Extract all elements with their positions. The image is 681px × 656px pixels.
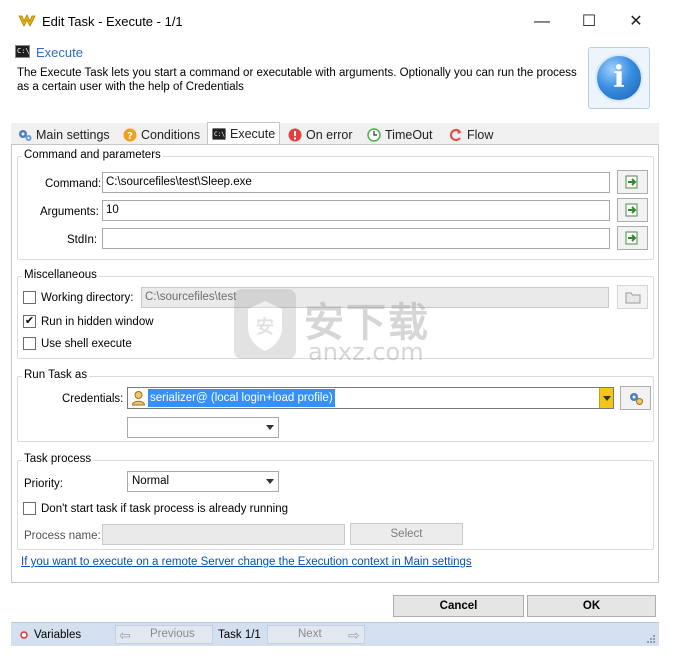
info-icon: i [595,54,643,102]
arrow-right-icon: ⇨ [348,627,360,643]
gears-icon [19,129,32,141]
credentials-selected-value: serializer@ (local login+load profile) [148,389,335,407]
select-process-button[interactable]: Select [350,523,463,545]
chevron-down-icon [266,425,274,430]
arguments-label: Arguments: [40,206,99,218]
tab-label: Conditions [141,127,201,142]
credentials-secondary-select[interactable] [127,417,279,438]
dont-start-label: Don't start task if task process is alre… [41,503,288,515]
maximize-button[interactable]: ☐ [567,8,611,36]
close-button[interactable]: ✕ [614,8,658,36]
task-description: The Execute Task lets you start a comman… [17,67,577,93]
manage-credentials-button[interactable] [620,386,651,410]
tab-timeout[interactable]: TimeOut [363,124,436,145]
priority-label: Priority: [24,478,63,490]
previous-button[interactable]: ⇦ Previous [115,625,213,644]
command-label: Command: [45,178,102,190]
working-directory-label: Working directory: [41,292,134,304]
arguments-input[interactable]: 10 [102,200,610,221]
insert-variable-icon [625,175,637,189]
hidden-window-label: Run in hidden window [41,316,154,328]
insert-variable-icon [625,231,637,245]
svg-text:安: 安 [256,316,274,338]
misc-group-title: Miscellaneous [22,269,99,281]
next-button[interactable]: Next ⇨ [267,625,365,644]
tab-label: Execute [230,126,276,141]
tab-label: Main settings [36,127,110,142]
hidden-window-checkbox[interactable]: ✔ [23,315,36,328]
dont-start-checkbox[interactable] [23,502,36,515]
priority-select[interactable]: Normal [127,471,279,492]
tab-main-settings[interactable]: Main settings [14,124,114,145]
variables-dot-icon [20,631,28,639]
cancel-button[interactable]: Cancel [393,595,524,617]
next-label: Next [298,628,322,640]
info-panel: i [588,47,650,109]
stdin-input[interactable] [102,228,610,249]
shell-execute-checkbox[interactable] [23,337,36,350]
tab-execute[interactable]: C:\ Execute [207,122,281,144]
svg-text:?: ? [127,131,133,142]
process-name-label: Process name: [24,530,101,542]
command-insert-button[interactable] [617,170,648,194]
tab-label: TimeOut [385,127,433,142]
task-header-title: Execute [36,45,83,60]
clock-icon [367,127,381,142]
tab-label: Flow [467,127,494,142]
previous-label: Previous [150,628,195,640]
credentials-settings-icon [629,393,643,405]
remote-execution-link[interactable]: If you want to execute on a remote Serve… [21,556,472,568]
user-icon [131,391,146,406]
tab-label: On error [306,127,353,142]
error-icon [288,128,302,141]
insert-variable-icon [625,203,637,217]
minimize-button[interactable]: — [520,8,564,36]
window-title: Edit Task - Execute - 1/1 [42,14,183,29]
tab-flow[interactable]: Flow [445,124,497,145]
working-directory-checkbox[interactable] [23,291,36,304]
variables-button[interactable]: Variables [34,623,81,647]
process-name-input[interactable] [102,524,345,545]
svg-text:C:\: C:\ [214,131,225,138]
stdin-insert-button[interactable] [617,226,648,250]
shell-execute-label: Use shell execute [41,338,132,350]
watermark-site: anxz.com [308,338,424,366]
task-counter: Task 1/1 [218,629,261,641]
task-process-group-title: Task process [22,453,94,465]
question-icon: ? [123,128,137,142]
chevron-down-icon [266,479,274,484]
arrow-left-icon: ⇦ [119,627,131,643]
tab-conditions[interactable]: ? Conditions [119,124,204,145]
chevron-down-icon[interactable] [599,388,613,408]
console-icon [15,45,30,58]
console-icon: C:\ [212,127,226,140]
flow-icon [449,128,462,141]
resize-grip-icon[interactable] [646,634,656,644]
run-as-group [17,376,654,442]
stdin-label: StdIn: [67,234,98,246]
command-group-title: Command and parameters [22,149,163,161]
ok-button[interactable]: OK [527,595,656,617]
app-logo-icon [18,14,36,27]
tab-on-error[interactable]: On error [284,124,357,145]
credentials-select[interactable]: serializer@ (local login+load profile) [127,387,614,409]
browse-folder-button[interactable] [617,285,648,309]
command-input[interactable]: C:\sourcefiles\test\Sleep.exe [102,172,610,193]
arguments-insert-button[interactable] [617,198,648,222]
folder-icon [625,292,640,303]
priority-selected-value: Normal [132,475,170,487]
run-as-group-title: Run Task as [22,369,90,381]
credentials-label: Credentials: [62,393,124,405]
